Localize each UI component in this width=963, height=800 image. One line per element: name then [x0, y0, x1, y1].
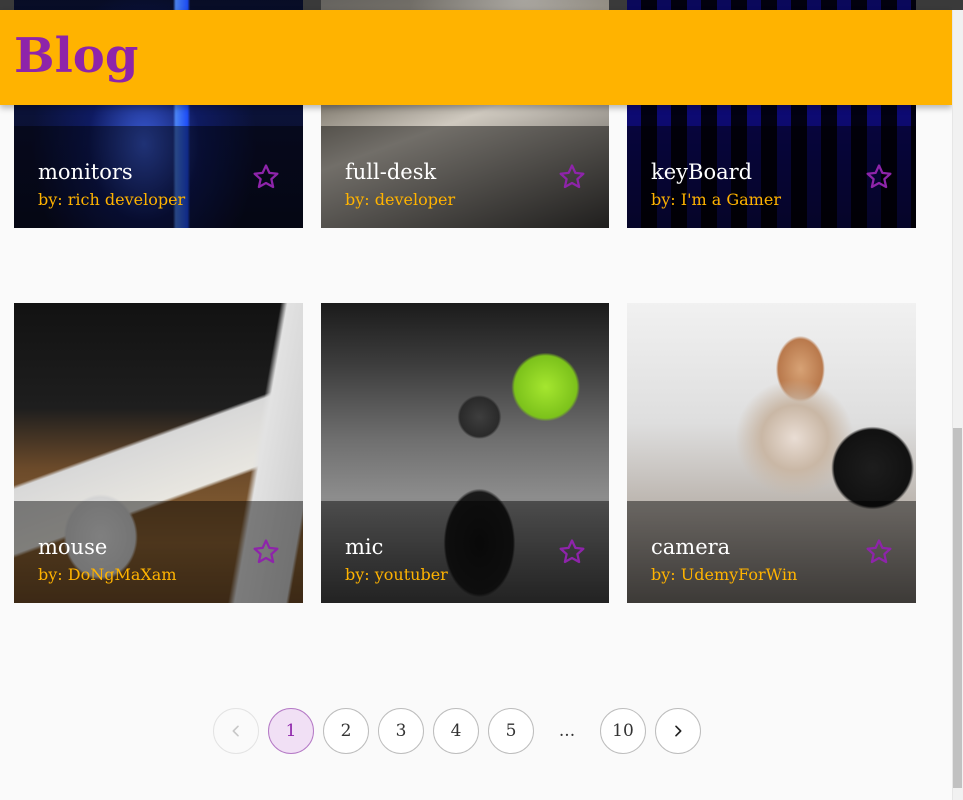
card-title: monitors: [38, 160, 133, 184]
brand-title[interactable]: Blog: [14, 32, 138, 80]
card-author: by: rich developer: [38, 190, 186, 209]
star-outline-icon[interactable]: [864, 537, 894, 567]
card-author: by: I'm a Gamer: [651, 190, 781, 209]
star-outline-icon[interactable]: [251, 537, 281, 567]
card-title: camera: [651, 535, 731, 559]
page-button-4[interactable]: 4: [433, 708, 479, 754]
card-title: keyBoard: [651, 160, 753, 184]
page-ellipsis: ...: [558, 721, 576, 741]
star-outline-icon[interactable]: [557, 162, 587, 192]
card-mic[interactable]: mic by: youtuber: [321, 303, 609, 603]
page-button-2[interactable]: 2: [323, 708, 369, 754]
page-button-3[interactable]: 3: [378, 708, 424, 754]
card-author: by: UdemyForWin: [651, 565, 798, 584]
page-button-1[interactable]: 1: [268, 708, 314, 754]
prev-page-button[interactable]: [213, 708, 259, 754]
card-mouse[interactable]: mouse by: DoNgMaXam: [14, 303, 303, 603]
page-button-5[interactable]: 5: [488, 708, 534, 754]
card-author: by: youtuber: [345, 565, 448, 584]
vertical-scrollbar[interactable]: [952, 10, 963, 800]
page-button-10[interactable]: 10: [600, 708, 646, 754]
star-outline-icon[interactable]: [557, 537, 587, 567]
chevron-left-icon: [228, 723, 244, 739]
chevron-right-icon: [670, 723, 686, 739]
star-outline-icon[interactable]: [864, 162, 894, 192]
pagination: 1 2 3 4 5 ... 10: [213, 708, 701, 754]
card-author: by: DoNgMaXam: [38, 565, 177, 584]
star-outline-icon[interactable]: [251, 162, 281, 192]
card-author: by: developer: [345, 190, 456, 209]
card-title: mic: [345, 535, 384, 559]
app-header: Blog: [0, 10, 952, 105]
scrollbar-thumb[interactable]: [953, 428, 962, 788]
page-content: monitors by: rich developer full-desk by…: [0, 0, 952, 800]
card-camera[interactable]: camera by: UdemyForWin: [627, 303, 916, 603]
card-title: mouse: [38, 535, 108, 559]
next-page-button[interactable]: [655, 708, 701, 754]
card-title: full-desk: [345, 160, 437, 184]
